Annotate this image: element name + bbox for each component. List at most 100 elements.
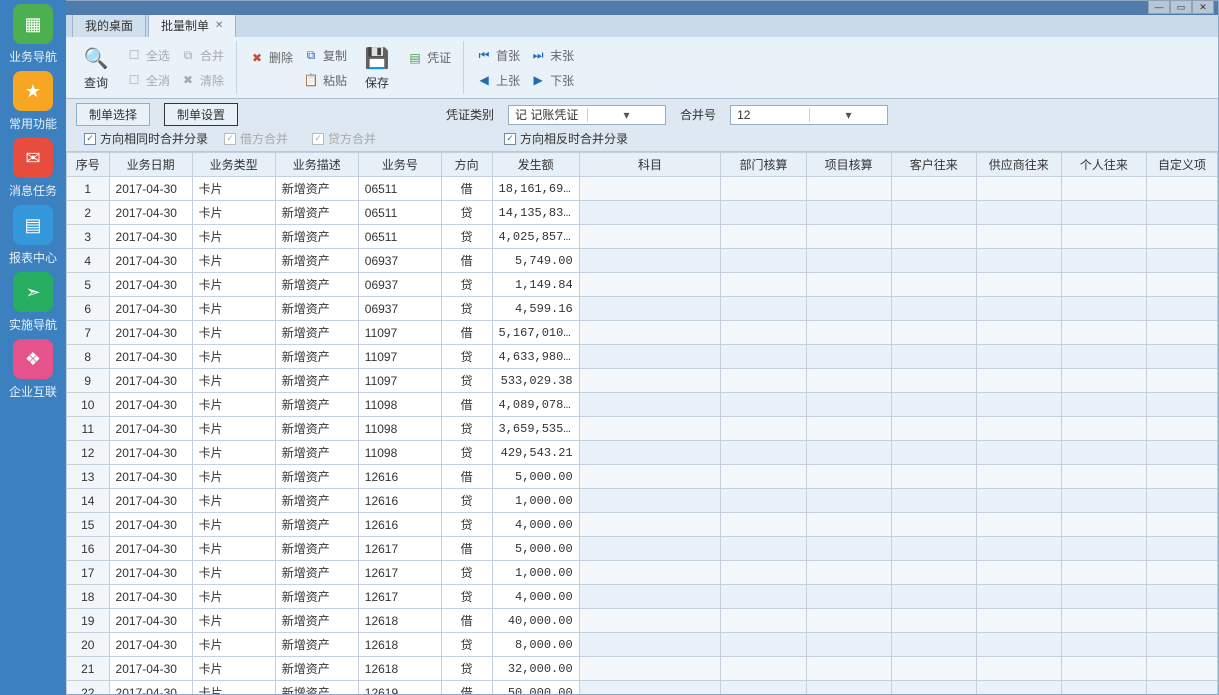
column-header[interactable]: 方向: [441, 153, 492, 177]
cell-empty[interactable]: [721, 681, 806, 695]
table-row[interactable]: 112017-04-30卡片新增资产11098贷3,659,535.42: [67, 417, 1218, 441]
cell-empty[interactable]: [579, 537, 721, 561]
cell-empty[interactable]: [976, 513, 1061, 537]
column-header[interactable]: 客户往来: [891, 153, 976, 177]
cell-empty[interactable]: [1061, 321, 1146, 345]
cell-empty[interactable]: [806, 417, 891, 441]
voucher-button[interactable]: ▤凭证: [403, 47, 455, 68]
cell-empty[interactable]: [721, 561, 806, 585]
cell-empty[interactable]: [579, 489, 721, 513]
delete-button[interactable]: ✖删除: [245, 47, 297, 68]
cell-empty[interactable]: [976, 297, 1061, 321]
cell-empty[interactable]: [1146, 441, 1217, 465]
mode-select-button[interactable]: 制单选择: [76, 103, 150, 126]
next-page-button[interactable]: ▶下张: [526, 70, 578, 91]
cell-empty[interactable]: [1061, 633, 1146, 657]
cell-empty[interactable]: [1061, 537, 1146, 561]
paste-button[interactable]: 📋粘贴: [299, 70, 351, 91]
sidebar-item-5[interactable]: ❖ 企业互联: [9, 339, 57, 400]
cell-empty[interactable]: [1146, 177, 1217, 201]
table-row[interactable]: 212017-04-30卡片新增资产12618贷32,000.00: [67, 657, 1218, 681]
cell-empty[interactable]: [721, 513, 806, 537]
cell-empty[interactable]: [1146, 273, 1217, 297]
cell-empty[interactable]: [1061, 465, 1146, 489]
cell-empty[interactable]: [579, 369, 721, 393]
cell-empty[interactable]: [1146, 201, 1217, 225]
cell-empty[interactable]: [976, 393, 1061, 417]
cell-empty[interactable]: [721, 657, 806, 681]
cell-empty[interactable]: [976, 585, 1061, 609]
column-header[interactable]: 序号: [67, 153, 110, 177]
cell-empty[interactable]: [806, 561, 891, 585]
cell-empty[interactable]: [976, 681, 1061, 695]
cell-empty[interactable]: [579, 633, 721, 657]
cell-empty[interactable]: [976, 561, 1061, 585]
cell-empty[interactable]: [1146, 225, 1217, 249]
cell-empty[interactable]: [891, 393, 976, 417]
cell-empty[interactable]: [891, 561, 976, 585]
cell-empty[interactable]: [976, 369, 1061, 393]
sidebar-item-3[interactable]: ▤ 报表中心: [9, 205, 57, 266]
voucher-type-combo[interactable]: 记 记账凭证 ▾: [508, 105, 666, 125]
table-row[interactable]: 132017-04-30卡片新增资产12616借5,000.00: [67, 465, 1218, 489]
cell-empty[interactable]: [806, 273, 891, 297]
cell-empty[interactable]: [1146, 513, 1217, 537]
cell-empty[interactable]: [891, 297, 976, 321]
cell-empty[interactable]: [579, 201, 721, 225]
cell-empty[interactable]: [976, 441, 1061, 465]
cell-empty[interactable]: [891, 201, 976, 225]
cell-empty[interactable]: [579, 177, 721, 201]
cell-empty[interactable]: [806, 657, 891, 681]
cell-empty[interactable]: [1061, 345, 1146, 369]
debit-merge-checkbox[interactable]: ✓ 借方合并: [224, 130, 288, 147]
cell-empty[interactable]: [891, 609, 976, 633]
cell-empty[interactable]: [579, 297, 721, 321]
table-row[interactable]: 92017-04-30卡片新增资产11097贷533,029.38: [67, 369, 1218, 393]
table-row[interactable]: 202017-04-30卡片新增资产12618贷8,000.00: [67, 633, 1218, 657]
cell-empty[interactable]: [1061, 441, 1146, 465]
cell-empty[interactable]: [1061, 225, 1146, 249]
cell-empty[interactable]: [891, 369, 976, 393]
cell-empty[interactable]: [1146, 489, 1217, 513]
first-page-button[interactable]: ⏮首张: [472, 45, 524, 66]
cell-empty[interactable]: [721, 249, 806, 273]
opposite-direction-merge-checkbox[interactable]: ✓ 方向相反时合并分录: [504, 130, 628, 147]
cell-empty[interactable]: [1146, 393, 1217, 417]
cell-empty[interactable]: [806, 321, 891, 345]
cell-empty[interactable]: [976, 609, 1061, 633]
save-button[interactable]: 💾 保存: [353, 44, 401, 91]
cell-empty[interactable]: [1061, 561, 1146, 585]
cell-empty[interactable]: [579, 417, 721, 441]
cell-empty[interactable]: [579, 273, 721, 297]
deselect-all-button[interactable]: ☐全消: [122, 70, 174, 91]
cell-empty[interactable]: [891, 225, 976, 249]
cell-empty[interactable]: [806, 345, 891, 369]
cell-empty[interactable]: [721, 489, 806, 513]
credit-merge-checkbox[interactable]: ✓ 贷方合并: [312, 130, 376, 147]
cell-empty[interactable]: [579, 681, 721, 695]
cell-empty[interactable]: [1146, 345, 1217, 369]
cell-empty[interactable]: [806, 609, 891, 633]
cell-empty[interactable]: [1061, 513, 1146, 537]
cell-empty[interactable]: [721, 321, 806, 345]
sidebar-item-1[interactable]: ★ 常用功能: [9, 71, 57, 132]
cell-empty[interactable]: [721, 273, 806, 297]
table-row[interactable]: 142017-04-30卡片新增资产12616贷1,000.00: [67, 489, 1218, 513]
cell-empty[interactable]: [806, 633, 891, 657]
cell-empty[interactable]: [976, 201, 1061, 225]
table-row[interactable]: 72017-04-30卡片新增资产11097借5,167,010.35: [67, 321, 1218, 345]
cell-empty[interactable]: [1061, 177, 1146, 201]
cell-empty[interactable]: [976, 489, 1061, 513]
prev-page-button[interactable]: ◀上张: [472, 70, 524, 91]
copy-button[interactable]: ⧉复制: [299, 45, 351, 66]
same-direction-merge-checkbox[interactable]: ✓ 方向相同时合并分录: [84, 130, 208, 147]
cell-empty[interactable]: [579, 609, 721, 633]
cell-empty[interactable]: [721, 537, 806, 561]
last-page-button[interactable]: ⏭末张: [526, 45, 578, 66]
table-row[interactable]: 12017-04-30卡片新增资产06511借18,161,694.55: [67, 177, 1218, 201]
column-header[interactable]: 业务号: [358, 153, 441, 177]
cell-empty[interactable]: [891, 465, 976, 489]
cell-empty[interactable]: [1146, 681, 1217, 695]
column-header[interactable]: 供应商往来: [976, 153, 1061, 177]
cell-empty[interactable]: [806, 441, 891, 465]
